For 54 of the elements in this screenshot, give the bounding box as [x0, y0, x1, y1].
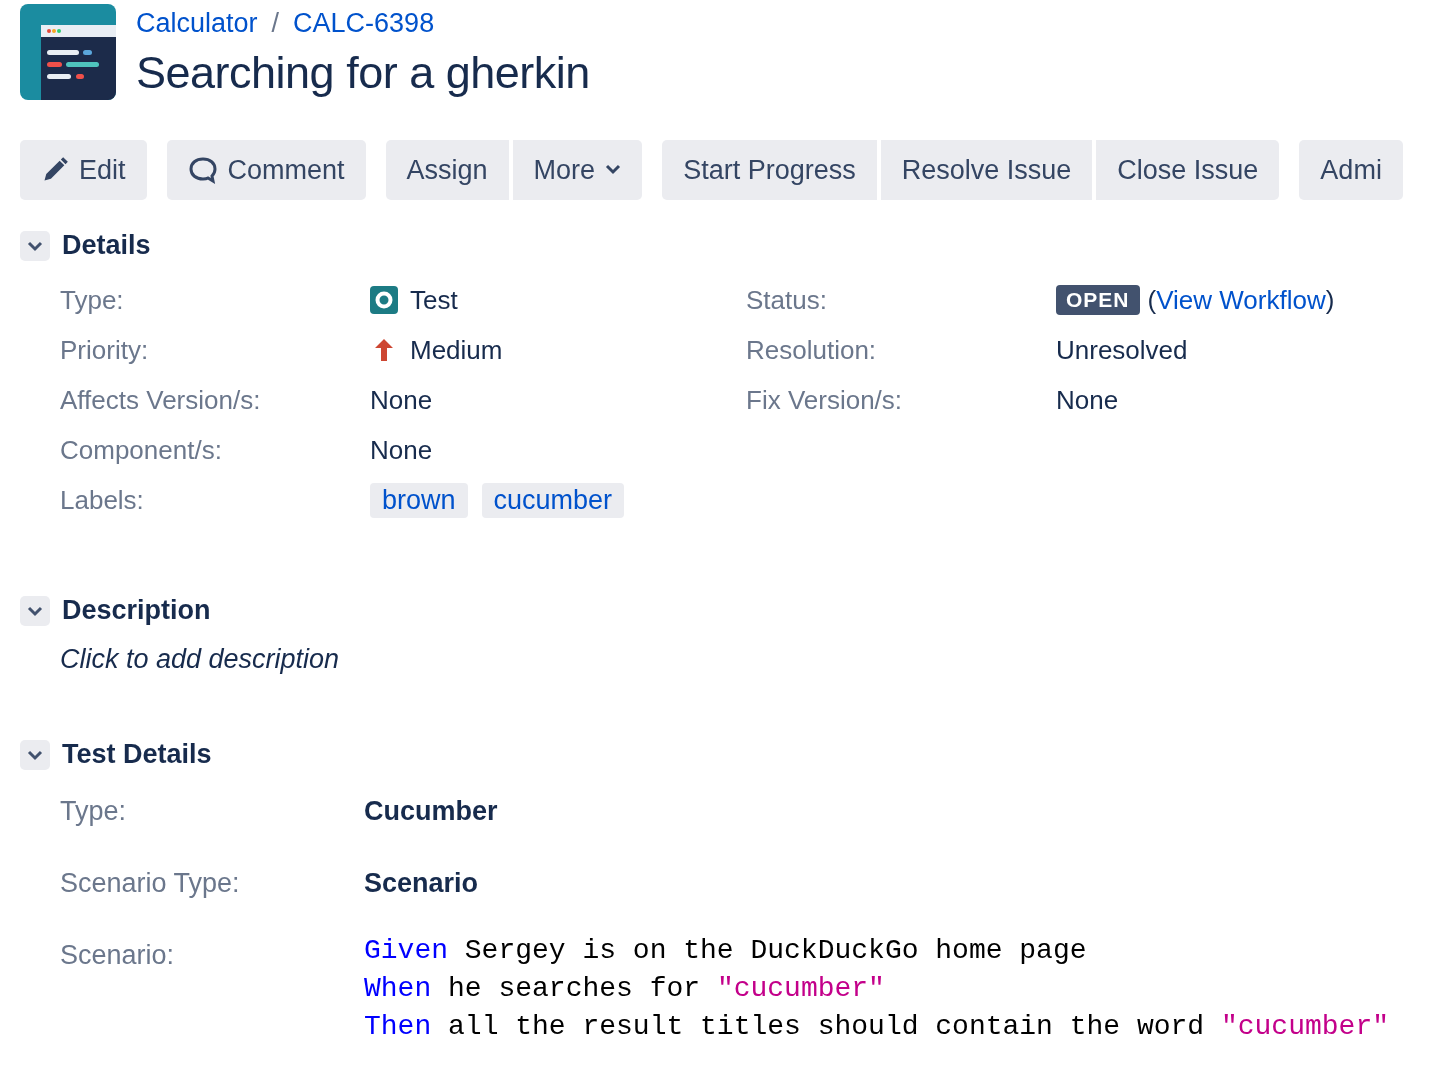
field-value: None — [370, 434, 433, 466]
toolbar-button[interactable]: More — [512, 140, 643, 200]
field-label: Fix Version/s: — [746, 384, 903, 416]
status-lozenge: OPEN — [1056, 285, 1140, 315]
field-label: Type: — [60, 284, 124, 316]
toolbar-button[interactable]: Start Progress — [662, 140, 877, 200]
toolbar-button[interactable]: Close Issue — [1096, 140, 1280, 200]
field-value: Unresolved — [1056, 334, 1188, 366]
chevron-down-icon — [27, 748, 43, 761]
toolbar-button[interactable]: Comment — [166, 140, 366, 200]
field-label: Scenario Type: — [60, 868, 240, 899]
field-label: Affects Version/s: — [60, 384, 261, 416]
section-toggle[interactable] — [20, 595, 50, 626]
field-value: Medium — [410, 334, 503, 366]
comment-icon — [187, 156, 218, 184]
field-label: Scenario: — [60, 940, 175, 971]
breadcrumb-separator: / — [271, 8, 280, 39]
view-workflow-link[interactable]: View Workflow — [1156, 284, 1326, 316]
chevron-down-icon — [27, 239, 43, 252]
breadcrumb-link[interactable]: CALC-6398 — [293, 8, 435, 39]
project-logo-icon — [20, 4, 116, 100]
description-placeholder[interactable]: Click to add description — [60, 644, 1452, 675]
section-toggle[interactable] — [20, 739, 50, 770]
toolbar-button[interactable]: Resolve Issue — [880, 140, 1093, 200]
scenario-line: Given Sergey is on the DuckDuckGo home page — [364, 934, 1088, 968]
chevron-down-icon — [605, 164, 622, 176]
field-value: None — [1056, 384, 1119, 416]
field-label: Status: — [746, 284, 827, 316]
toolbar-button[interactable]: Admi — [1299, 140, 1403, 200]
field-value: Cucumber — [364, 796, 498, 827]
field-label: Labels: — [60, 484, 144, 516]
section-heading: Description — [62, 595, 211, 626]
section-heading: Test Details — [62, 739, 212, 770]
field-label: Component/s: — [60, 434, 222, 466]
scenario-line: When he searches for "cucumber" — [364, 972, 886, 1006]
field-value: Scenario — [364, 868, 479, 899]
label-tag[interactable]: brown — [370, 482, 468, 518]
field-value: None — [370, 384, 433, 416]
test-type-icon — [370, 286, 398, 314]
field-label: Type: — [60, 796, 127, 827]
section-heading: Details — [62, 230, 151, 261]
field-label: Priority: — [60, 334, 149, 366]
issue-title: Searching for a gherkin — [136, 47, 590, 99]
breadcrumb-link[interactable]: Calculator — [136, 8, 258, 39]
toolbar-button[interactable]: Assign — [385, 140, 509, 200]
field-label: Resolution: — [746, 334, 877, 366]
section-toggle[interactable] — [20, 230, 50, 261]
parenthesis: ( — [1147, 284, 1157, 316]
scenario-line: Then all the result titles should contain the word "cucumber" — [364, 1010, 1390, 1044]
label-tag[interactable]: cucumber — [481, 482, 625, 518]
toolbar-button[interactable]: Edit — [20, 140, 147, 200]
chevron-down-icon — [27, 604, 43, 617]
parenthesis: ) — [1325, 284, 1335, 316]
field-value: Test — [410, 284, 458, 316]
